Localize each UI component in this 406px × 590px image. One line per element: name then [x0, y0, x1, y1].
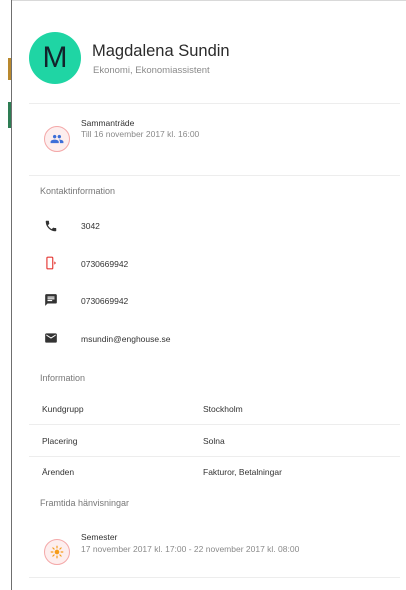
info-value: Solna: [203, 436, 225, 446]
people-icon: [44, 126, 70, 152]
window-border: [11, 0, 12, 590]
status-subtitle: Till 16 november 2017 kl. 16:00: [81, 129, 200, 139]
section-title-future: Framtida hänvisningar: [40, 498, 130, 508]
sms-number[interactable]: 0730669942: [81, 296, 128, 306]
info-label: Placering: [42, 436, 78, 446]
avatar: M: [29, 32, 81, 84]
phone-number[interactable]: 3042: [81, 221, 100, 231]
contact-card: M Magdalena Sundin Ekonomi, Ekonomiassis…: [0, 0, 406, 590]
future-title: Semester: [81, 532, 118, 542]
info-value: Stockholm: [203, 404, 243, 414]
info-value: Fakturor, Betalningar: [203, 467, 282, 477]
avatar-initial: M: [42, 41, 68, 74]
future-subtitle: 17 november 2017 kl. 17:00 - 22 november…: [81, 544, 300, 554]
section-title-information: Information: [40, 373, 86, 383]
phone-icon: [44, 219, 58, 233]
section-title-contact: Kontaktinformation: [40, 186, 116, 196]
info-label: Kundgrupp: [42, 404, 84, 414]
row-divider: [29, 456, 400, 457]
email-address[interactable]: msundin@enghouse.se: [81, 334, 170, 344]
divider: [29, 175, 400, 176]
contact-role: Ekonomi, Ekonomiassistent: [93, 65, 210, 76]
row-divider: [29, 424, 400, 425]
window-border: [12, 0, 406, 1]
mobile-icon: [44, 256, 58, 270]
contact-name: Magdalena Sundin: [92, 42, 230, 60]
message-icon: [44, 293, 58, 307]
mobile-number[interactable]: 0730669942: [81, 259, 128, 269]
divider: [29, 103, 400, 104]
info-label: Ärenden: [42, 467, 75, 477]
status-title: Sammanträde: [81, 118, 135, 128]
sun-icon: [44, 539, 70, 565]
left-gutter: [0, 0, 11, 590]
divider: [29, 577, 400, 578]
email-icon: [44, 331, 58, 345]
